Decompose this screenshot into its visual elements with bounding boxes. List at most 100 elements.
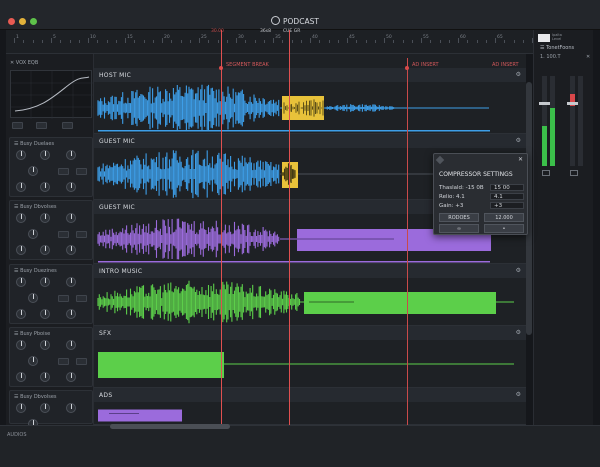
channel-knob[interactable] — [16, 245, 26, 255]
cue-line[interactable] — [289, 30, 290, 425]
track-underline — [98, 130, 490, 132]
track-settings-icon[interactable]: ⚙ — [516, 71, 521, 78]
channel-knob[interactable] — [66, 340, 76, 350]
timeline-ruler[interactable]: 1510152025303540455055606570 30.00 36s8 … — [6, 29, 561, 54]
channel-knob[interactable] — [16, 150, 26, 160]
popup-dot-button[interactable]: • — [484, 224, 524, 233]
channel-knob[interactable] — [66, 150, 76, 160]
channel-knob[interactable] — [40, 309, 50, 319]
horizontal-scrollbar[interactable] — [110, 424, 230, 429]
close-icon[interactable]: ✕ — [586, 54, 590, 60]
channel-button[interactable] — [76, 231, 87, 238]
channel-knob[interactable] — [40, 340, 50, 350]
channel-button[interactable] — [58, 358, 69, 365]
fader-right-handle[interactable] — [567, 102, 578, 105]
popup-close-icon[interactable]: ✕ — [518, 156, 523, 163]
ruler-minor-tick — [485, 40, 487, 43]
ruler-minor-tick — [69, 40, 71, 43]
eq-power-button[interactable] — [12, 122, 23, 129]
channel-button[interactable] — [76, 295, 87, 302]
channel-knob[interactable] — [66, 372, 76, 382]
track-header[interactable]: INTRO MUSIC ⚙ — [94, 264, 526, 278]
channel-strip-title: ☰ Busy Duezines — [14, 268, 57, 274]
eq-bypass-button[interactable] — [36, 122, 47, 129]
channel-knob[interactable] — [66, 309, 76, 319]
track-settings-icon[interactable]: ⚙ — [516, 267, 521, 274]
minimize-window-button[interactable] — [19, 18, 26, 25]
playhead-line[interactable] — [221, 30, 222, 425]
channel-knob[interactable] — [16, 372, 26, 382]
ruler-tick — [162, 38, 163, 43]
channel-knob[interactable] — [16, 340, 26, 350]
channel-strip: ☰ Busy Dbvolses — [9, 200, 93, 260]
channel-knob[interactable] — [40, 403, 50, 413]
channel-knob[interactable] — [16, 182, 26, 192]
channel-button[interactable] — [76, 168, 87, 175]
track-row[interactable]: HOST MIC ⚙ — [94, 68, 526, 134]
track-header[interactable]: HOST MIC ⚙ — [94, 68, 526, 82]
meter-left-settings-icon[interactable] — [542, 170, 550, 176]
maximize-window-button[interactable] — [30, 18, 37, 25]
channel-knob[interactable] — [40, 213, 50, 223]
track-row[interactable]: ADS ⚙ — [94, 388, 526, 425]
channel-knob[interactable] — [66, 245, 76, 255]
channel-strip: ☰ Busy Duelaes — [9, 137, 93, 197]
track-header[interactable]: GUEST MIC ⚙ — [94, 134, 526, 148]
channel-strip-title: ☰ Busy Duelaes — [14, 141, 55, 147]
ruler-minor-tick — [78, 40, 80, 43]
channel-knob[interactable] — [40, 182, 50, 192]
waveform-display[interactable] — [94, 82, 526, 134]
channel-knob[interactable] — [40, 277, 50, 287]
waveform-display[interactable] — [94, 340, 526, 388]
ruler-minor-tick — [60, 40, 62, 43]
ruler-minor-tick — [374, 40, 376, 43]
track-settings-icon[interactable]: ⚙ — [516, 391, 521, 398]
channel-knob[interactable] — [28, 166, 38, 176]
eq-curve-display[interactable] — [10, 70, 93, 119]
audio-clip — [98, 352, 224, 378]
marker-flag-icon[interactable] — [405, 66, 409, 70]
channel-knob[interactable] — [16, 277, 26, 287]
channel-knob[interactable] — [66, 213, 76, 223]
channel-button[interactable] — [58, 168, 69, 175]
track-row[interactable]: INTRO MUSIC ⚙ — [94, 264, 526, 326]
meter-right-settings-icon[interactable] — [570, 170, 578, 176]
channel-knob[interactable] — [66, 277, 76, 287]
channel-knob[interactable] — [16, 309, 26, 319]
track-settings-icon[interactable]: ⚙ — [516, 329, 521, 336]
channel-knob[interactable] — [16, 403, 26, 413]
channel-knob[interactable] — [28, 293, 38, 303]
ruler-tick — [51, 38, 52, 43]
waveform-path — [97, 280, 301, 324]
track-header[interactable]: ADS ⚙ — [94, 388, 526, 402]
tone-tab[interactable]: ☰ TonetFoons — [540, 45, 574, 51]
ruler-tick — [236, 38, 237, 43]
channel-knob[interactable] — [66, 182, 76, 192]
track-settings-icon[interactable]: ⚙ — [516, 137, 521, 144]
channel-button[interactable] — [76, 358, 87, 365]
popup-left-button[interactable]: RODOES — [439, 213, 479, 222]
eq-settings-button[interactable] — [62, 122, 73, 129]
channel-knob[interactable] — [40, 372, 50, 382]
waveform-display[interactable] — [94, 402, 526, 425]
popup-right-button[interactable]: 12.000 — [484, 213, 524, 222]
channel-button[interactable] — [58, 231, 69, 238]
tone-subtab[interactable]: 1. 100.T — [540, 54, 561, 60]
channel-knob[interactable] — [66, 403, 76, 413]
channel-knob[interactable] — [40, 245, 50, 255]
waveform-display[interactable] — [94, 278, 526, 326]
track-row[interactable]: SFX ⚙ — [94, 326, 526, 388]
track-name: HOST MIC — [99, 72, 132, 79]
channel-knob[interactable] — [28, 356, 38, 366]
close-window-button[interactable] — [8, 18, 15, 25]
channel-knob[interactable] — [28, 229, 38, 239]
channel-knob[interactable] — [40, 150, 50, 160]
channel-knob[interactable] — [16, 213, 26, 223]
window-title: PODCAST — [283, 17, 319, 26]
marker-line[interactable] — [407, 58, 408, 425]
track-header[interactable]: SFX ⚙ — [94, 326, 526, 340]
popup-link-button[interactable]: ∞ — [439, 224, 479, 233]
fader-left-handle[interactable] — [539, 102, 550, 105]
ruler-minor-tick — [32, 40, 34, 43]
channel-button[interactable] — [58, 295, 69, 302]
